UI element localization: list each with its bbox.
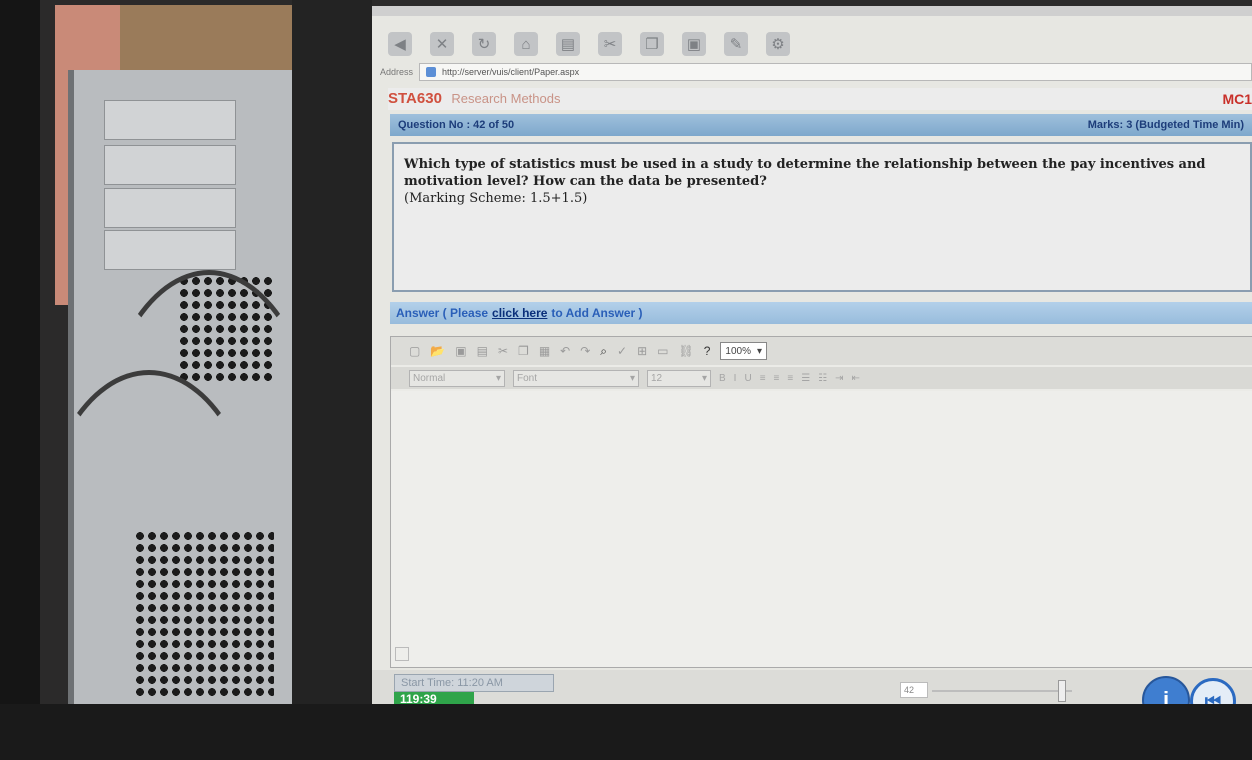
back-icon[interactable]: ◀ <box>388 32 412 56</box>
save-icon[interactable]: ▣ <box>455 344 466 358</box>
bold-icon[interactable]: B <box>719 373 726 384</box>
add-answer-link[interactable]: click here <box>492 306 547 320</box>
numbered-list-icon[interactable]: ☷ <box>818 373 827 384</box>
copy-icon[interactable]: ❐ <box>518 344 529 358</box>
format-toolbar: Normal ▾ Font ▾ 12 ▾ B I U ≡ ≡ ≡ ☰ ☷ ⇥ ⇤ <box>391 367 1252 389</box>
question-slider-track[interactable] <box>932 690 1072 692</box>
tools-icon[interactable]: ⚙ <box>766 32 790 56</box>
question-text: Which type of statistics must be used in… <box>404 157 1206 189</box>
chevron-down-icon: ▾ <box>495 372 501 384</box>
monitor-screen: ◀ ✕ ↻ ⌂ ▤ ✂ ❐ ▣ ✎ ⚙ Address http://serve… <box>372 6 1252 704</box>
cut-icon[interactable]: ✂ <box>598 32 622 56</box>
zoom-value: 100% <box>725 345 751 357</box>
question-slider-thumb[interactable] <box>1058 680 1066 702</box>
indent-icon[interactable]: ⇥ <box>835 373 843 384</box>
countdown-timer: 119:39 <box>394 692 474 704</box>
style-value: Normal <box>413 372 446 384</box>
image-icon[interactable]: ▭ <box>657 344 668 358</box>
font-value: Font <box>517 372 538 384</box>
zoom-select[interactable]: 100% ▾ <box>720 342 768 360</box>
copy-icon[interactable]: ❐ <box>640 32 664 56</box>
print-icon[interactable]: ▤ <box>556 32 580 56</box>
cut-icon[interactable]: ✂ <box>498 344 508 358</box>
answer-editor[interactable]: ▢ 📂 ▣ ▤ ✂ ❐ ▦ ↶ ↷ ⌕ ✓ ⊞ ▭ ⛓ ? 100% ▾ Nor… <box>390 336 1252 668</box>
question-number: Question No : 42 of 50 <box>398 119 515 131</box>
question-text-panel: Which type of statistics must be used in… <box>392 142 1252 292</box>
chevron-down-icon: ▾ <box>756 345 763 357</box>
style-select[interactable]: Normal ▾ <box>409 369 505 387</box>
marking-scheme: (Marking Scheme: 1.5+1.5) <box>404 191 588 206</box>
align-left-icon[interactable]: ≡ <box>760 373 766 384</box>
spell-icon[interactable]: ✓ <box>617 344 627 358</box>
paste-icon[interactable]: ▣ <box>682 32 706 56</box>
course-header: STA630 Research Methods MC1 <box>388 88 1252 110</box>
address-bar: Address http://server/vuis/client/Paper.… <box>380 62 1252 82</box>
browser-toolbar: ◀ ✕ ↻ ⌂ ▤ ✂ ❐ ▣ ✎ ⚙ <box>380 24 1248 64</box>
open-folder-icon[interactable]: 📂 <box>430 344 445 358</box>
italic-icon[interactable]: I <box>734 373 737 384</box>
underline-icon[interactable]: U <box>744 373 751 384</box>
url-text: http://server/vuis/client/Paper.aspx <box>442 67 580 77</box>
address-label: Address <box>380 67 414 77</box>
drive-bay <box>104 230 236 270</box>
help-icon[interactable]: ? <box>704 344 711 358</box>
first-question-button[interactable]: ⏮ <box>1190 678 1236 704</box>
edit-icon[interactable]: ✎ <box>724 32 748 56</box>
editor-toolbar: ▢ 📂 ▣ ▤ ✂ ❐ ▦ ↶ ↷ ⌕ ✓ ⊞ ▭ ⛓ ? 100% ▾ <box>391 337 1252 365</box>
table-icon[interactable]: ⊞ <box>637 344 647 358</box>
course-name: Research Methods <box>451 91 561 106</box>
list-icon[interactable]: ☰ <box>801 373 810 384</box>
align-right-icon[interactable]: ≡ <box>787 373 793 384</box>
resize-handle[interactable] <box>395 647 409 661</box>
marks-label: Marks: 3 (Budgeted Time Min) <box>1087 119 1244 131</box>
align-center-icon[interactable]: ≡ <box>774 373 780 384</box>
page-icon <box>426 67 437 77</box>
background-dark <box>0 0 40 704</box>
background-shelf <box>120 5 300 80</box>
drive-bay <box>104 100 236 140</box>
paste-icon[interactable]: ▦ <box>539 344 550 358</box>
question-header: Question No : 42 of 50 Marks: 3 (Budgete… <box>390 114 1252 136</box>
course-code: STA630 <box>388 90 442 107</box>
url-field[interactable]: http://server/vuis/client/Paper.aspx <box>419 63 1252 81</box>
paper-code: MC1 <box>1222 91 1252 107</box>
outdent-icon[interactable]: ⇤ <box>852 373 860 384</box>
monitor-bezel <box>292 0 372 704</box>
answer-textarea[interactable] <box>391 391 1252 667</box>
stop-icon[interactable]: ✕ <box>430 32 454 56</box>
taskbar-strip <box>372 6 1252 16</box>
start-time: Start Time: 11:20 AM <box>394 674 554 692</box>
find-binoculars-icon[interactable]: ⌕ <box>600 344 607 359</box>
drive-bay <box>104 145 236 185</box>
pc-tower <box>34 70 324 704</box>
chevron-down-icon: ▾ <box>701 372 707 384</box>
status-bar: Start Time: 11:20 AM 119:39 42 i ⏮ <box>372 670 1252 704</box>
new-doc-icon[interactable]: ▢ <box>409 344 420 358</box>
answer-header: Answer ( Please click here to Add Answer… <box>390 302 1252 324</box>
font-select[interactable]: Font ▾ <box>513 369 639 387</box>
answer-label-prefix: Answer ( Please <box>396 306 489 320</box>
question-jump-input[interactable]: 42 <box>900 682 928 698</box>
print-preview-icon[interactable]: ▤ <box>477 344 488 358</box>
chevron-down-icon: ▾ <box>629 372 635 384</box>
home-icon[interactable]: ⌂ <box>514 32 538 56</box>
drive-bay <box>104 188 236 228</box>
cable <box>34 370 264 760</box>
info-button[interactable]: i <box>1142 676 1190 704</box>
size-value: 12 <box>651 372 663 384</box>
redo-icon[interactable]: ↷ <box>580 344 590 358</box>
answer-label-suffix: to Add Answer ) <box>551 306 643 320</box>
size-select[interactable]: 12 ▾ <box>647 369 711 387</box>
undo-icon[interactable]: ↶ <box>560 344 570 358</box>
refresh-icon[interactable]: ↻ <box>472 32 496 56</box>
link-icon[interactable]: ⛓ <box>678 344 693 358</box>
